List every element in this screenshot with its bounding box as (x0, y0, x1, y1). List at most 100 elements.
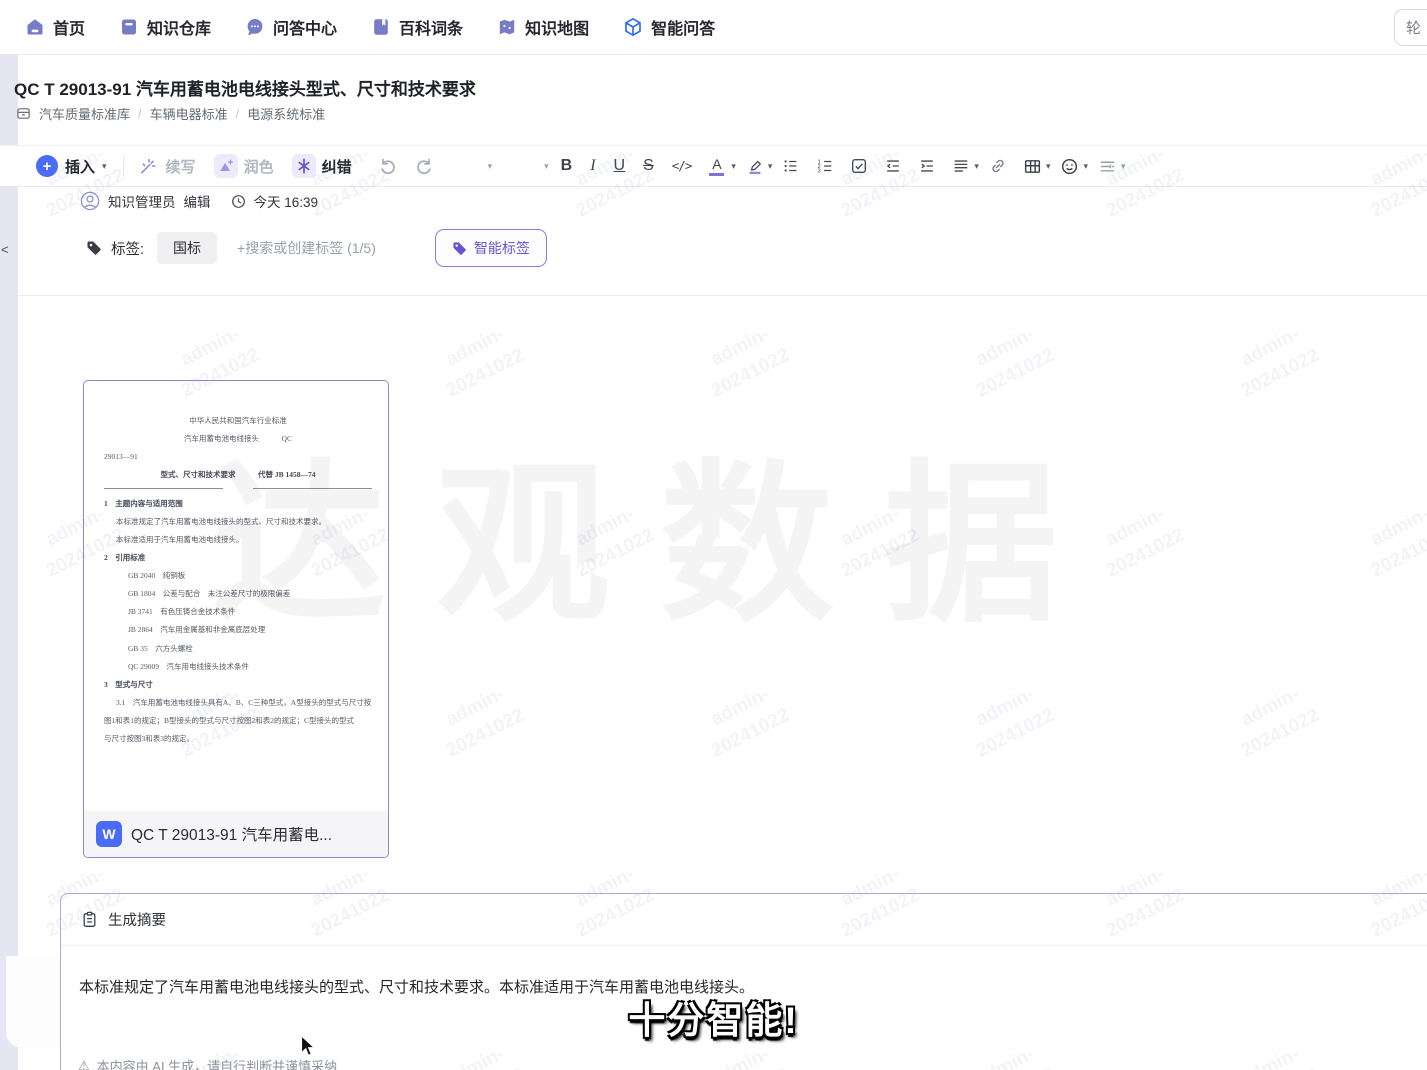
chevron-down-icon: ▾ (102, 161, 107, 172)
ai-polish-label: 润色 (244, 156, 274, 177)
breadcrumb-item[interactable]: 汽车质量标准库 (39, 104, 130, 123)
bold-button[interactable]: B (561, 158, 573, 174)
link-button[interactable] (989, 157, 1007, 175)
summary-body: 本标准规定了汽车用蓄电池电线接头的型式、尺寸和技术要求。本标准适用于汽车用蓄电池… (61, 946, 1427, 999)
ai-generated-note: ⚠ 本内容由 AI 生成，请自行判断并谨慎采纳 (78, 1056, 337, 1070)
left-floating-panel (6, 956, 68, 1048)
chevron-down-icon: ▾ (731, 161, 736, 172)
ai-polish-button[interactable]: 润色 (214, 154, 274, 178)
insert-button[interactable]: + 插入 ▾ (36, 155, 107, 177)
tag-row-label: 标签: (111, 238, 144, 259)
nav-item-ai-qa[interactable]: 智能问答 (606, 0, 732, 54)
ai-continue-label: 续写 (166, 156, 196, 177)
summary-clipboard-icon (81, 911, 98, 928)
smart-tag-icon (452, 241, 467, 256)
nav-item-home[interactable]: 首页 (8, 0, 102, 54)
tag-add-input[interactable]: +搜索或创建标签 (1/5) (237, 238, 376, 258)
insert-label: 插入 (65, 156, 95, 177)
content-divider (18, 295, 1427, 296)
tag-chip[interactable]: 国标 (157, 232, 217, 264)
nav-item-wiki-entries[interactable]: 百科词条 (354, 0, 480, 54)
collapse-sidebar-chevron[interactable]: < (1, 242, 9, 257)
nav-label: 智能问答 (651, 15, 715, 39)
left-sidebar-strip (0, 55, 18, 1070)
nav-item-qa-center[interactable]: 问答中心 (228, 0, 354, 54)
ai-cube-icon (623, 17, 643, 37)
attachment-card[interactable]: 中华人民共和国汽车行业标准汽车用蓄电池电线接头 QC29013—91型式、尺寸和… (83, 380, 389, 858)
ai-correct-button[interactable]: 纠错 (292, 154, 352, 178)
svg-text:3: 3 (818, 168, 821, 174)
nav-label: 首页 (53, 15, 85, 39)
ai-continue-button[interactable]: 续写 (136, 154, 196, 178)
edit-time: 今天 16:39 (254, 191, 319, 211)
toolbar-divider (123, 156, 124, 176)
map-icon (497, 17, 517, 37)
paragraph-style-dropdown[interactable]: ▾ (488, 161, 493, 172)
sparkle-icon (292, 154, 316, 178)
outdent-button[interactable] (884, 157, 902, 175)
font-color-button[interactable]: A ▾ (700, 157, 736, 176)
chevron-down-icon: ▾ (1046, 161, 1051, 172)
attachment-footer: W QC T 29013-91 汽车用蓄电... (84, 811, 388, 857)
doc-preview: 中华人民共和国汽车行业标准汽车用蓄电池电线接头 QC29013—91型式、尺寸和… (84, 381, 388, 811)
word-doc-icon: W (96, 821, 122, 847)
author-action: 编辑 (184, 191, 211, 211)
magic-wand-icon (136, 154, 160, 178)
warning-icon: ⚠ (78, 1058, 90, 1070)
corner-button-label: 轮 (1406, 17, 1421, 38)
nav-item-knowledge-map[interactable]: 知识地图 (480, 0, 606, 54)
nav-item-knowledge-repo[interactable]: 知识仓库 (102, 0, 228, 54)
emoji-button[interactable]: ▾ (1060, 157, 1088, 176)
page-title: QC T 29013-91 汽车用蓄电池电线接头型式、尺寸和技术要求 (14, 75, 476, 100)
breadcrumb-item[interactable]: 车辆电器标准 (150, 104, 228, 123)
clock-icon (231, 194, 246, 209)
numbered-list-button[interactable]: 123 (816, 157, 834, 175)
smart-tag-label: 智能标签 (474, 238, 530, 258)
mountain-icon (214, 154, 238, 178)
align-button[interactable]: ▾ (952, 157, 979, 175)
undo-button[interactable] (378, 156, 398, 176)
author-name: 知识管理员 (108, 191, 176, 211)
nav-label: 问答中心 (273, 15, 337, 39)
nav-label: 知识仓库 (147, 15, 211, 39)
italic-button[interactable]: I (590, 158, 595, 174)
breadcrumb: 汽车质量标准库 / 车辆电器标准 / 电源系统标准 (16, 104, 325, 123)
book-icon (371, 17, 391, 37)
repository-icon (119, 17, 139, 37)
checklist-button[interactable] (850, 157, 868, 175)
summary-header: 生成摘要 (61, 894, 1427, 946)
library-icon (16, 106, 31, 121)
smart-tag-button[interactable]: 智能标签 (435, 229, 547, 267)
code-button[interactable]: </> (672, 160, 692, 173)
chevron-down-icon: ▾ (1083, 161, 1088, 172)
strikethrough-button[interactable]: S (643, 158, 654, 174)
breadcrumb-separator: / (138, 106, 142, 121)
editor-toolbar: + 插入 ▾ 续写 润色 纠错 ▾ (0, 145, 1427, 187)
summary-title: 生成摘要 (108, 909, 166, 930)
bullet-list-button[interactable] (782, 157, 800, 175)
highlight-pen-icon (746, 157, 764, 175)
font-color-bar (709, 173, 724, 176)
attachment-filename: QC T 29013-91 汽车用蓄电... (131, 823, 332, 845)
indent-button[interactable] (918, 157, 936, 175)
home-icon (25, 17, 45, 37)
font-size-dropdown[interactable]: ▾ (544, 161, 549, 172)
redo-button[interactable] (414, 156, 434, 176)
corner-button-partial[interactable]: 轮 (1394, 9, 1427, 46)
summary-panel: 生成摘要 本标准规定了汽车用蓄电池电线接头的型式、尺寸和技术要求。本标准适用于汽… (60, 893, 1427, 1070)
tag-row: 标签: 国标 +搜索或创建标签 (1/5) 智能标签 (86, 230, 547, 266)
avatar (80, 191, 100, 211)
highlight-button[interactable]: ▾ (746, 157, 773, 175)
page: 首页 知识仓库 问答中心 百科词条 知识地图 (0, 0, 1427, 1070)
table-button[interactable]: ▾ (1023, 157, 1051, 176)
document-meta: 知识管理员 编辑 今天 16:39 (80, 191, 318, 211)
chevron-down-icon: ▾ (1121, 161, 1126, 172)
plus-circle-icon: + (36, 155, 58, 177)
underline-button[interactable]: U (614, 158, 626, 174)
line-spacing-button[interactable]: ▾ (1098, 157, 1126, 176)
nav-label: 知识地图 (525, 15, 589, 39)
tag-icon (86, 240, 102, 256)
top-nav: 首页 知识仓库 问答中心 百科词条 知识地图 (0, 0, 1427, 55)
chevron-down-icon: ▾ (768, 161, 773, 172)
breadcrumb-item[interactable]: 电源系统标准 (247, 104, 325, 123)
